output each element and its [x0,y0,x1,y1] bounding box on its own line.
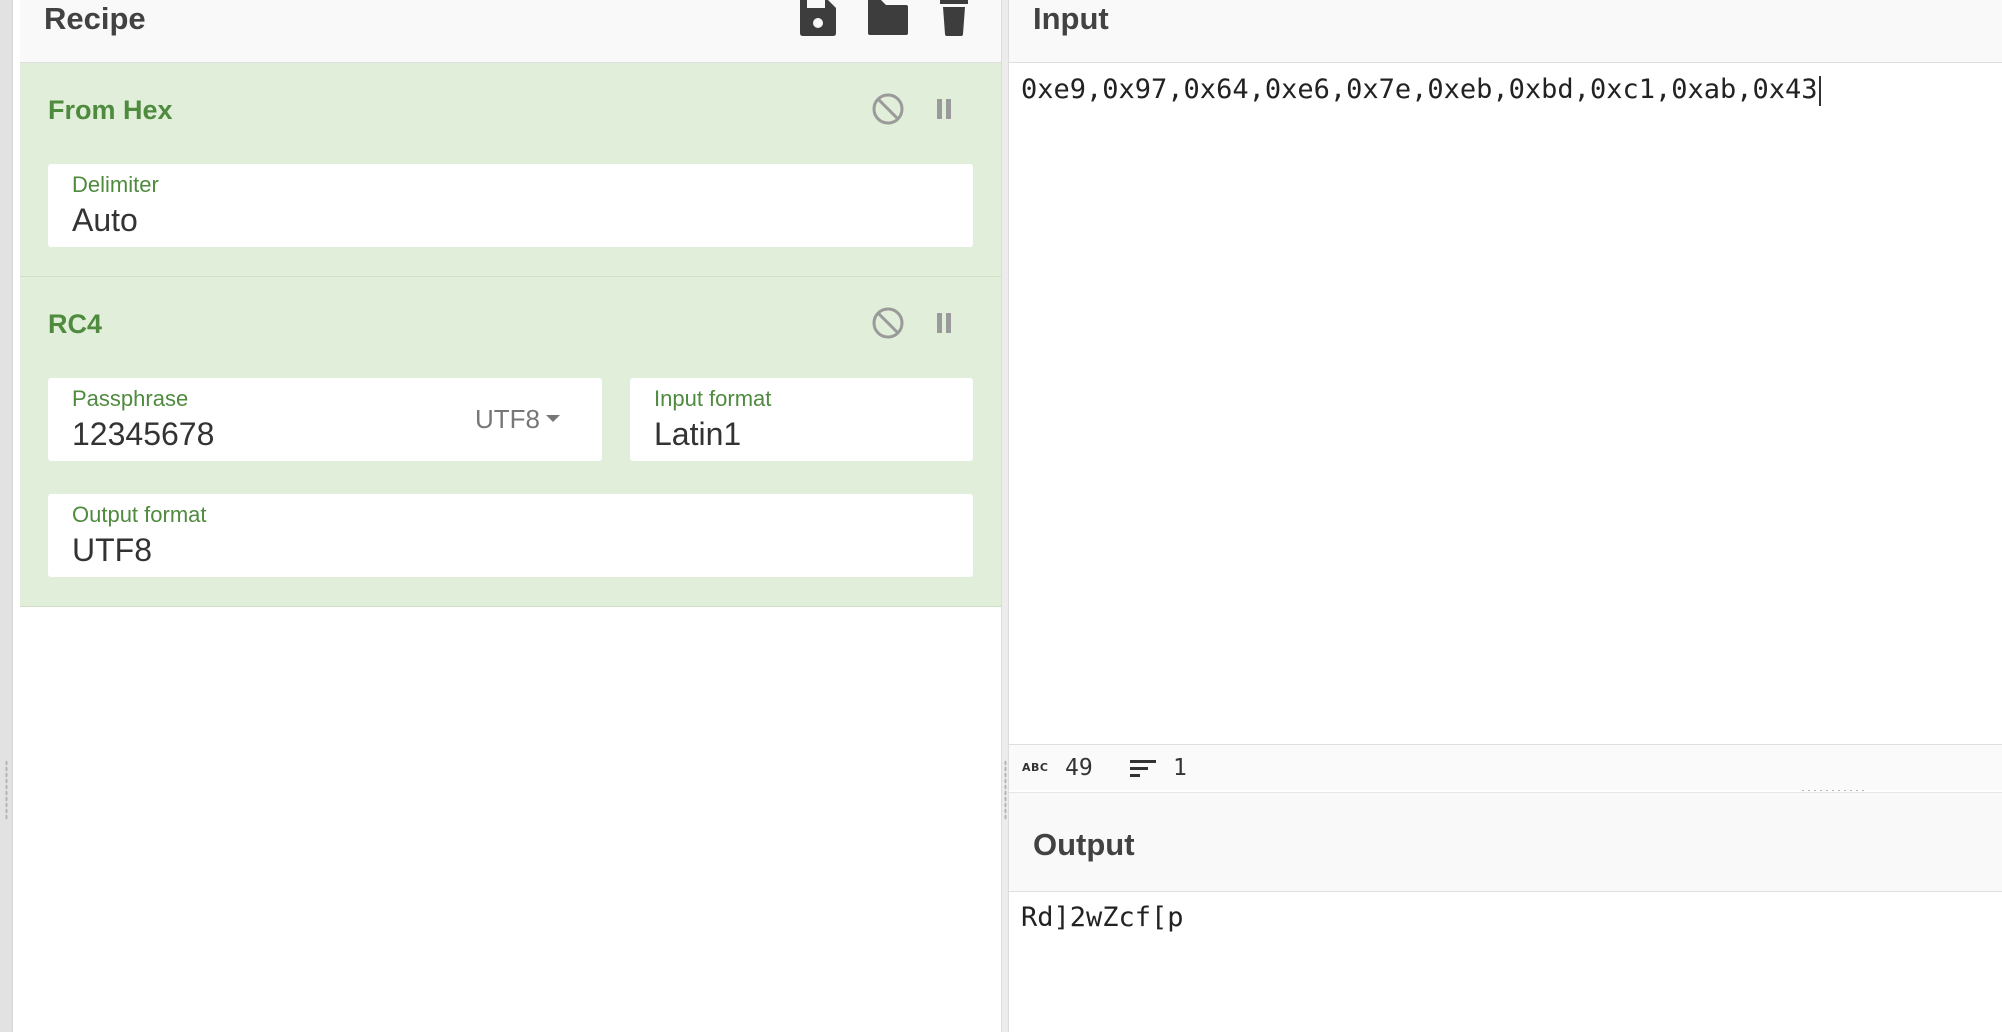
recipe-title: Recipe [44,1,146,36]
text-cursor [1818,75,1821,106]
input-panel: Input 0xe9,0x97,0x64,0xe6,0x7e,0xeb,0xbd… [1009,0,2002,790]
pause-icon[interactable] [926,305,962,341]
folder-icon[interactable] [866,0,908,36]
input-format-field[interactable]: Input format Latin1 [630,378,973,461]
field-value: Auto [72,202,138,238]
field-label: Passphrase [72,386,189,411]
output-format-field[interactable]: Output format UTF8 [48,494,973,577]
chevron-down-icon [546,414,560,422]
character-count-icon: ABC [1022,761,1049,774]
operation-title: RC4 [48,309,103,339]
input-text: 0xe9,0x97,0x64,0xe6,0x7e,0xeb,0xbd,0xc1,… [1021,74,1818,105]
encoding-label: UTF8 [475,404,540,434]
save-icon[interactable] [798,0,838,36]
field-label: Output format [72,502,207,527]
passphrase-field[interactable]: Passphrase 12345678 UTF8 [48,378,602,461]
trash-icon[interactable] [938,0,978,36]
line-count-icon [1129,757,1157,784]
operation-rc4[interactable]: RC4 Passphrase 12345678 UTF8 Input forma… [20,277,1001,607]
disable-icon[interactable] [870,91,906,127]
left-resize-strip[interactable] [0,0,13,1032]
encoding-dropdown[interactable]: UTF8 [475,404,560,435]
input-title: Input [1033,1,1109,36]
input-textarea[interactable]: 0xe9,0x97,0x64,0xe6,0x7e,0xeb,0xbd,0xc1,… [1021,74,1821,106]
cyberchef-app: Recipe From Hex Delimiter Auto RC4 Passp… [0,0,2002,1032]
input-header: Input [1009,0,2002,63]
input-status-bar: ABC 49 1 [1009,744,2002,790]
delimiter-field[interactable]: Delimiter Auto [48,164,973,247]
field-label: Delimiter [72,172,159,197]
output-text[interactable]: Rd]2wZcf[p [1021,902,1184,933]
character-count: 49 [1065,755,1093,781]
disable-icon[interactable] [870,305,906,341]
operation-from-hex[interactable]: From Hex Delimiter Auto [20,63,1001,277]
resize-grip-icon [1004,760,1007,820]
recipe-panel: Recipe From Hex Delimiter Auto RC4 Passp… [20,0,1001,1032]
pause-icon[interactable] [926,91,962,127]
field-label: Input format [654,386,772,411]
field-value: 12345678 [72,416,215,452]
field-value: UTF8 [72,532,152,568]
output-panel: Output Rd]2wZcf[p [1009,792,2002,1032]
operation-title: From Hex [48,95,173,125]
line-count: 1 [1173,755,1187,781]
field-value: Latin1 [654,416,742,452]
panel-resize-divider[interactable] [1001,0,1009,1032]
output-title: Output [1033,827,1135,862]
output-header: Output [1009,792,2002,892]
resize-grip-icon [5,760,8,820]
recipe-header: Recipe [20,0,1001,63]
